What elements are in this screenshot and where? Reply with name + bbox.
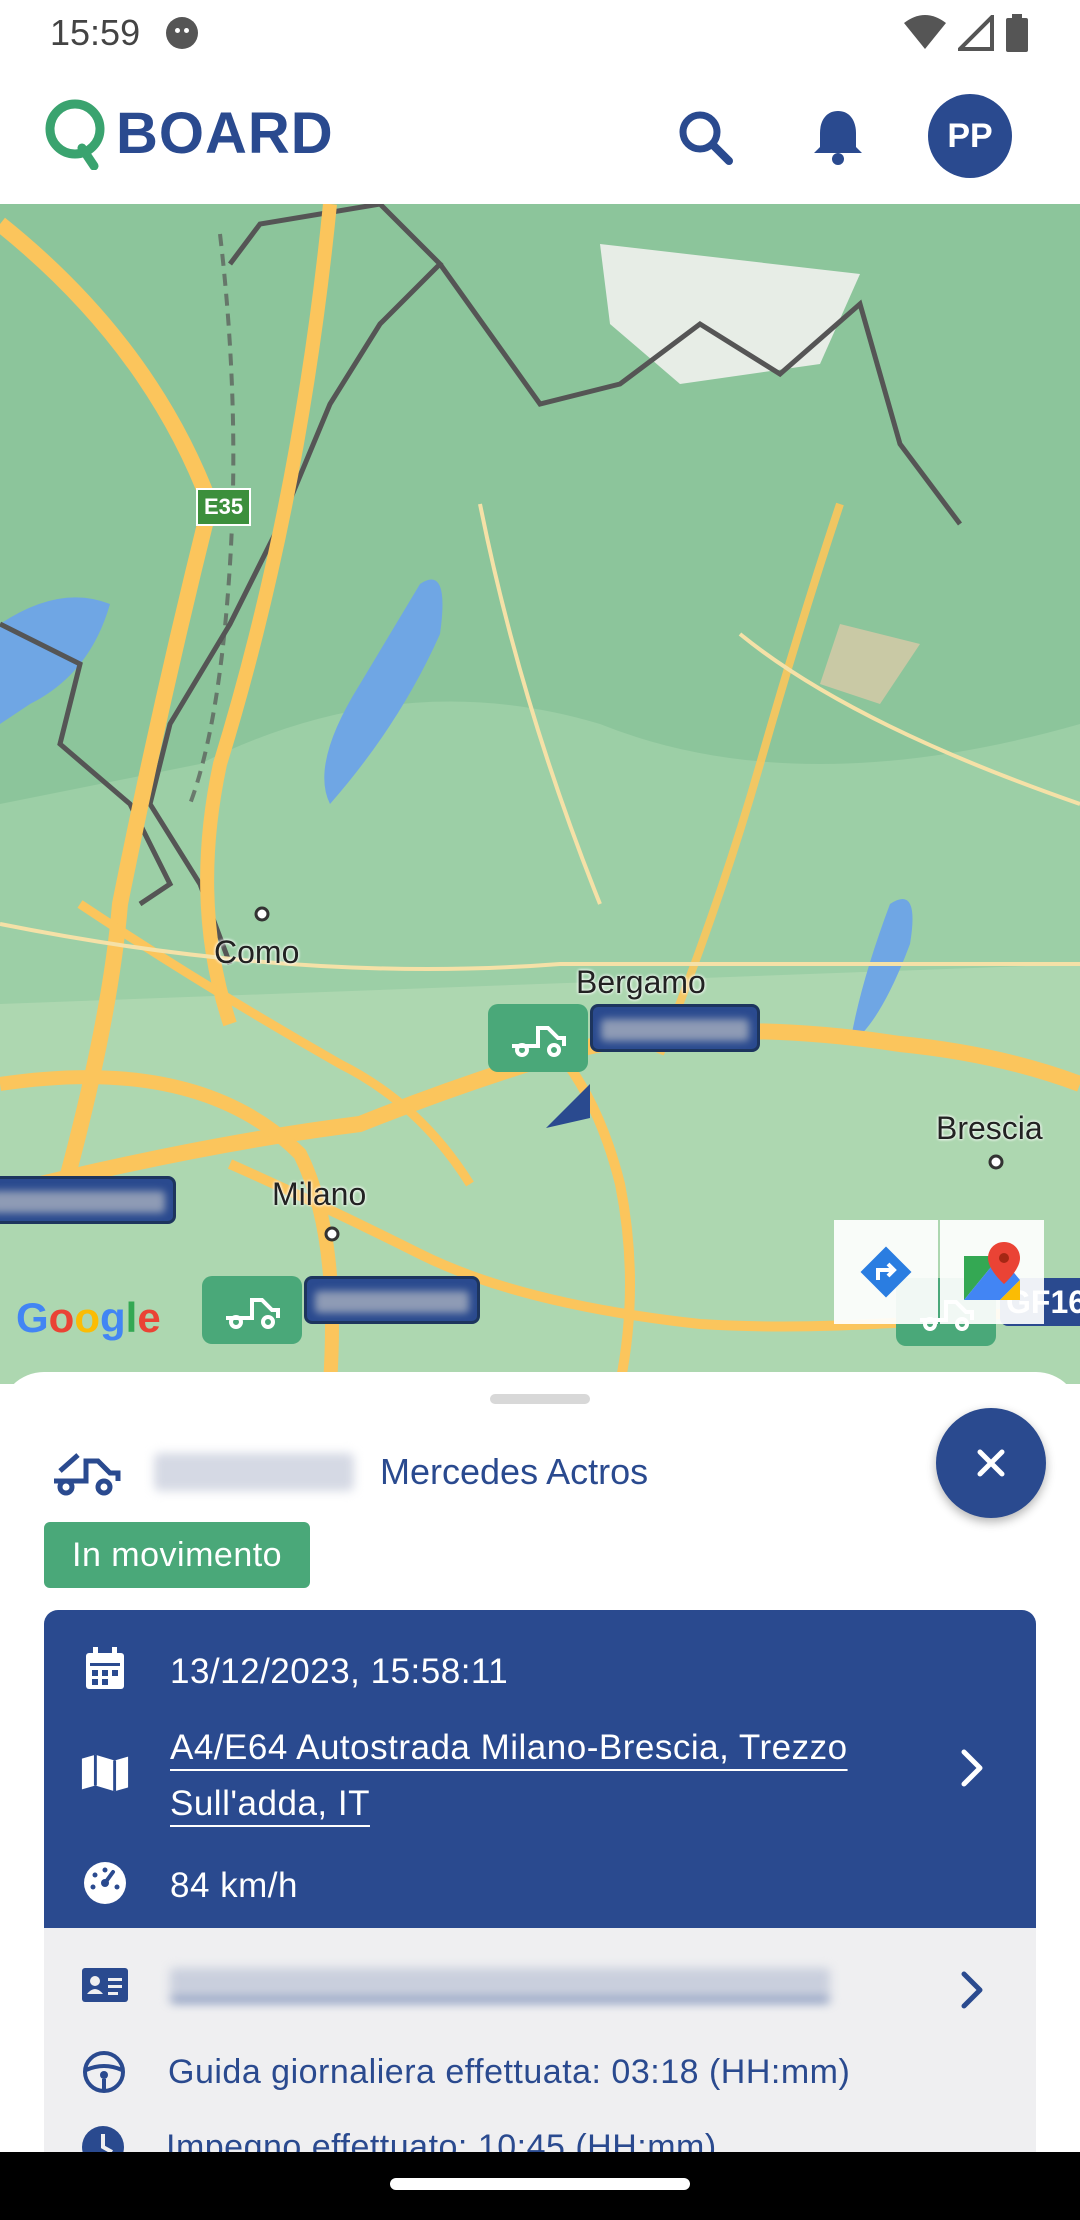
vehicle-marker[interactable] — [488, 1004, 588, 1072]
system-navigation-bar — [0, 2152, 1080, 2220]
close-icon — [977, 1449, 1005, 1477]
vehicle-details-sheet: Mercedes Actros In movimento 13/12/2023,… — [0, 1372, 1080, 2152]
sheet-drag-handle[interactable] — [490, 1394, 590, 1404]
calendar-icon — [86, 1647, 124, 1689]
google-attribution: Google — [16, 1294, 161, 1341]
daily-driving-row: Guida giornaliera effettuata: 03:18 (HH:… — [80, 2048, 850, 2096]
truck-icon — [54, 1453, 121, 1496]
home-gesture-handle[interactable] — [390, 2178, 690, 2190]
speed-row: 84 km/h — [80, 1858, 298, 1914]
vehicle-name: Mercedes Actros — [380, 1451, 649, 1492]
app-header: BOARD PP — [0, 66, 1080, 204]
signal-icon — [958, 15, 994, 51]
user-avatar[interactable]: PP — [928, 94, 1012, 178]
vehicle-plate-redacted — [154, 1453, 354, 1491]
chevron-right-icon[interactable] — [952, 1970, 992, 2010]
position-info-card: 13/12/2023, 15:58:11 A4/E64 Autostrada M… — [44, 1610, 1036, 1928]
vehicle-header: Mercedes Actros — [50, 1432, 648, 1512]
city-label-brescia: Brescia — [936, 1110, 1043, 1146]
id-card-icon — [82, 1968, 128, 2002]
truck-icon — [512, 1026, 566, 1057]
driver-name-redacted[interactable] — [170, 1968, 830, 2002]
address-row[interactable]: A4/E64 Autostrada Milano-Brescia, Trezzo… — [80, 1720, 930, 1832]
bell-icon — [814, 111, 862, 165]
daily-driving-text: Guida giornaliera effettuata: 03:18 (HH:… — [168, 2052, 851, 2091]
chevron-right-icon[interactable] — [952, 1748, 992, 1788]
commitment-text: Impegno effettuato: 10:45 (HH:mm) — [166, 2127, 717, 2153]
google-maps-icon — [964, 1242, 1020, 1300]
search-icon — [679, 111, 733, 165]
road-shield-e35: E35 — [196, 488, 252, 526]
city-label-milano: Milano — [272, 1176, 367, 1212]
directions-icon — [860, 1246, 912, 1298]
timestamp-row: 13/12/2023, 15:58:11 — [80, 1644, 508, 1700]
logo-text: BOARD — [116, 100, 334, 166]
app-logo: BOARD — [42, 96, 334, 170]
steering-wheel-icon — [83, 2051, 125, 2093]
vehicle-plate-label — [0, 1176, 176, 1224]
directions-button[interactable] — [834, 1220, 938, 1324]
driver-row[interactable] — [80, 1966, 830, 2004]
face-icon — [166, 17, 198, 49]
vehicle-plate-label — [304, 1276, 480, 1324]
city-label-como: Como — [214, 934, 300, 970]
logo-q-icon — [45, 99, 105, 170]
vehicle-plate-label — [590, 1004, 760, 1052]
map-icon — [81, 1754, 129, 1792]
clock-icon — [82, 2126, 124, 2152]
close-button[interactable] — [936, 1408, 1046, 1518]
speedometer-icon — [84, 1862, 126, 1904]
search-button[interactable] — [670, 102, 740, 172]
wifi-icon — [904, 15, 946, 49]
status-bar: 15:59 — [0, 0, 1080, 66]
timestamp-text: 13/12/2023, 15:58:11 — [170, 1652, 509, 1691]
city-label-bergamo: Bergamo — [576, 964, 706, 1000]
status-time: 15:59 — [50, 12, 141, 53]
vehicle-marker[interactable] — [202, 1276, 302, 1344]
system-icons — [904, 14, 1028, 52]
address-link[interactable]: A4/E64 Autostrada Milano-Brescia, Trezzo… — [170, 1720, 930, 1832]
speed-text: 84 km/h — [170, 1866, 298, 1905]
commitment-row: Impegno effettuato: 10:45 (HH:mm) — [80, 2124, 717, 2152]
truck-icon — [226, 1298, 280, 1329]
notifications-button[interactable] — [803, 102, 873, 172]
open-google-maps-button[interactable] — [940, 1220, 1044, 1324]
status-badge: In movimento — [44, 1522, 311, 1588]
map-view[interactable]: E35 Como Bergamo Milano Brescia GF16 Goo… — [0, 204, 1080, 1384]
driver-info-card: Guida giornaliera effettuata: 03:18 (HH:… — [44, 1928, 1036, 2152]
battery-icon — [1006, 14, 1028, 52]
